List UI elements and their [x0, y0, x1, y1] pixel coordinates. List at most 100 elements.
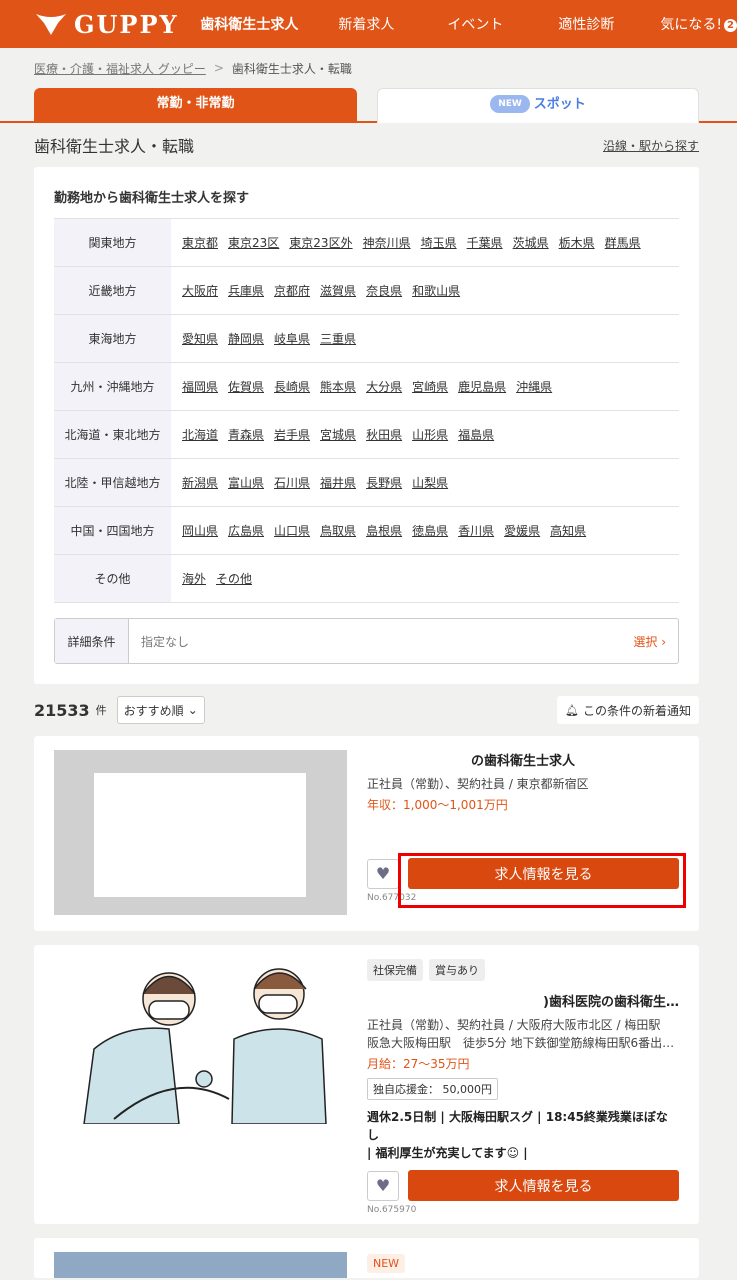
prefecture-link[interactable]: 岡山県 — [182, 522, 218, 539]
prefecture-link[interactable]: 宮崎県 — [412, 378, 448, 395]
prefecture-link[interactable]: 岩手県 — [274, 426, 310, 443]
tab-spot[interactable]: NEW スポット — [377, 88, 699, 123]
prefecture-link[interactable]: 東京23区外 — [289, 234, 352, 251]
region-row: 北陸・甲信越地方 新潟県 富山県 石川県 福井県 長野県 山梨県 — [54, 459, 679, 507]
prefecture-link[interactable]: 東京都 — [182, 234, 218, 251]
job-pitch: 週休2.5日制 | 大阪梅田駅スグ | 18:45終業残業ほぼなし | 福利厚生… — [367, 1108, 679, 1162]
prefecture-link[interactable]: 石川県 — [274, 474, 310, 491]
prefecture-link[interactable]: 滋賀県 — [320, 282, 356, 299]
nav-dental-hygienist[interactable]: 歯科衛生士求人 — [200, 14, 324, 34]
prefecture-link[interactable]: 海外 — [182, 570, 206, 587]
prefecture-link[interactable]: 奈良県 — [366, 282, 402, 299]
prefecture-link[interactable]: 埼玉県 — [421, 234, 457, 251]
tab-regular[interactable]: 常勤・非常勤 — [34, 88, 357, 123]
view-job-button[interactable]: 求人情報を見る — [408, 858, 679, 889]
logo[interactable]: GUPPY — [34, 10, 186, 39]
prefecture-link[interactable]: 大分県 — [366, 378, 402, 395]
job-salary: 月給：27〜35万円 — [367, 1057, 470, 1071]
chevron-right-icon: › — [661, 634, 666, 649]
prefecture-link[interactable]: 和歌山県 — [412, 282, 460, 299]
prefecture-link[interactable]: 栃木県 — [559, 234, 595, 251]
prefecture-link[interactable]: 徳島県 — [412, 522, 448, 539]
prefecture-link[interactable]: 福島県 — [458, 426, 494, 443]
prefecture-link[interactable]: 福井県 — [320, 474, 356, 491]
job-image[interactable] — [54, 750, 347, 915]
job-title[interactable]: )歯科医院の歯科衛生… — [367, 991, 679, 1010]
new-arrival-notify-button[interactable]: 🔔︎ この条件の新着通知 — [557, 696, 699, 724]
prefecture-link[interactable]: 静岡県 — [228, 330, 264, 347]
prefecture-link[interactable]: 高知県 — [550, 522, 586, 539]
new-badge: NEW — [490, 95, 530, 113]
prefecture-link[interactable]: 岐阜県 — [274, 330, 310, 347]
sort-select[interactable]: おすすめ順 ⌄ — [116, 696, 205, 724]
prefecture-link[interactable]: 茨城県 — [513, 234, 549, 251]
region-prefs: 新潟県 富山県 石川県 福井県 長野県 山梨県 — [171, 459, 458, 506]
prefecture-link[interactable]: 宮城県 — [320, 426, 356, 443]
job-title[interactable]: の歯科衛生士求人 — [367, 750, 679, 769]
prefecture-link[interactable]: 神奈川県 — [363, 234, 411, 251]
region-row: 東海地方 愛知県 静岡県 岐阜県 三重県 — [54, 315, 679, 363]
detail-select-label: 選択 — [633, 634, 658, 649]
job-meta: 正社員（常勤）、契約社員 / 東京都新宿区 — [367, 777, 589, 791]
notify-label: この条件の新着通知 — [582, 703, 691, 718]
prefecture-link[interactable]: 北海道 — [182, 426, 218, 443]
prefecture-link[interactable]: 兵庫県 — [228, 282, 264, 299]
prefecture-link[interactable]: 沖縄県 — [516, 378, 552, 395]
prefecture-link[interactable]: 熊本県 — [320, 378, 356, 395]
region-prefs: 福岡県 佐賀県 長崎県 熊本県 大分県 宮崎県 鹿児島県 沖縄県 — [171, 363, 562, 410]
prefecture-link[interactable]: 香川県 — [458, 522, 494, 539]
prefecture-link[interactable]: 東京23区 — [228, 234, 279, 251]
heart-icon: ♥ — [375, 1176, 391, 1195]
nav-aptitude[interactable]: 適性診断 — [558, 14, 646, 34]
prefecture-link[interactable]: 富山県 — [228, 474, 264, 491]
prefecture-link[interactable]: 大阪府 — [182, 282, 218, 299]
prefecture-link[interactable]: 山形県 — [412, 426, 448, 443]
job-meta-line1: 正社員（常勤）、契約社員 / 大阪府大阪市北区 / 梅田駅 — [367, 1018, 661, 1032]
results-bar: 21533 件 おすすめ順 ⌄ 🔔︎ この条件の新着通知 — [0, 684, 737, 736]
detail-select-button[interactable]: 選択 › — [633, 633, 678, 650]
job-image[interactable] — [54, 959, 347, 1125]
prefecture-link[interactable]: 佐賀県 — [228, 378, 264, 395]
route-search-link[interactable]: 沿線・駅から探す — [603, 137, 699, 154]
favorite-heart-button[interactable]: ♥ — [367, 858, 399, 889]
tab-spot-label: スポット — [533, 97, 586, 112]
detail-conditions[interactable]: 詳細条件 指定なし 選択 › — [54, 618, 679, 664]
prefecture-link[interactable]: 青森県 — [228, 426, 264, 443]
breadcrumb-current: 歯科衛生士求人・転職 — [231, 61, 352, 76]
prefecture-link[interactable]: 京都府 — [274, 282, 310, 299]
prefecture-link[interactable]: 福岡県 — [182, 378, 218, 395]
nav-favorites[interactable]: 気になる! 2 — [660, 14, 737, 34]
prefecture-link[interactable]: 長崎県 — [274, 378, 310, 395]
nav-favorites-label: 気になる! — [660, 17, 722, 33]
region-name: 北陸・甲信越地方 — [54, 459, 171, 506]
prefecture-link[interactable]: 山梨県 — [412, 474, 448, 491]
view-job-button[interactable]: 求人情報を見る — [408, 1170, 679, 1201]
region-name: 中国・四国地方 — [54, 507, 171, 554]
prefecture-link[interactable]: 島根県 — [366, 522, 402, 539]
job-image[interactable] — [54, 1252, 347, 1278]
prefecture-link[interactable]: 広島県 — [228, 522, 264, 539]
prefecture-link[interactable]: 千葉県 — [467, 234, 503, 251]
tag-social-insurance: 社保完備 — [367, 959, 423, 981]
region-name: 近畿地方 — [54, 267, 171, 314]
region-name: 関東地方 — [54, 219, 171, 266]
prefecture-link[interactable]: 長野県 — [366, 474, 402, 491]
new-tag: NEW — [367, 1254, 406, 1273]
favorite-heart-button[interactable]: ♥ — [367, 1170, 399, 1201]
prefecture-link[interactable]: 鳥取県 — [320, 522, 356, 539]
top-header: GUPPY 歯科衛生士求人 新着求人 イベント 適性診断 気になる! 2 — [0, 0, 737, 48]
prefecture-link[interactable]: 群馬県 — [605, 234, 641, 251]
prefecture-link[interactable]: 鹿児島県 — [458, 378, 506, 395]
breadcrumb-home[interactable]: 医療・介護・福祉求人 グッピー — [34, 60, 206, 77]
prefecture-link[interactable]: 山口県 — [274, 522, 310, 539]
prefecture-link[interactable]: 三重県 — [320, 330, 356, 347]
prefecture-link[interactable]: 愛媛県 — [504, 522, 540, 539]
prefecture-link[interactable]: 新潟県 — [182, 474, 218, 491]
prefecture-link[interactable]: 秋田県 — [366, 426, 402, 443]
region-name: 東海地方 — [54, 315, 171, 362]
prefecture-link[interactable]: 愛知県 — [182, 330, 218, 347]
nav-events[interactable]: イベント — [447, 14, 544, 34]
prefecture-link[interactable]: その他 — [216, 570, 252, 587]
chevron-right-icon: > — [213, 61, 224, 75]
nav-new-jobs[interactable]: 新着求人 — [338, 14, 433, 34]
